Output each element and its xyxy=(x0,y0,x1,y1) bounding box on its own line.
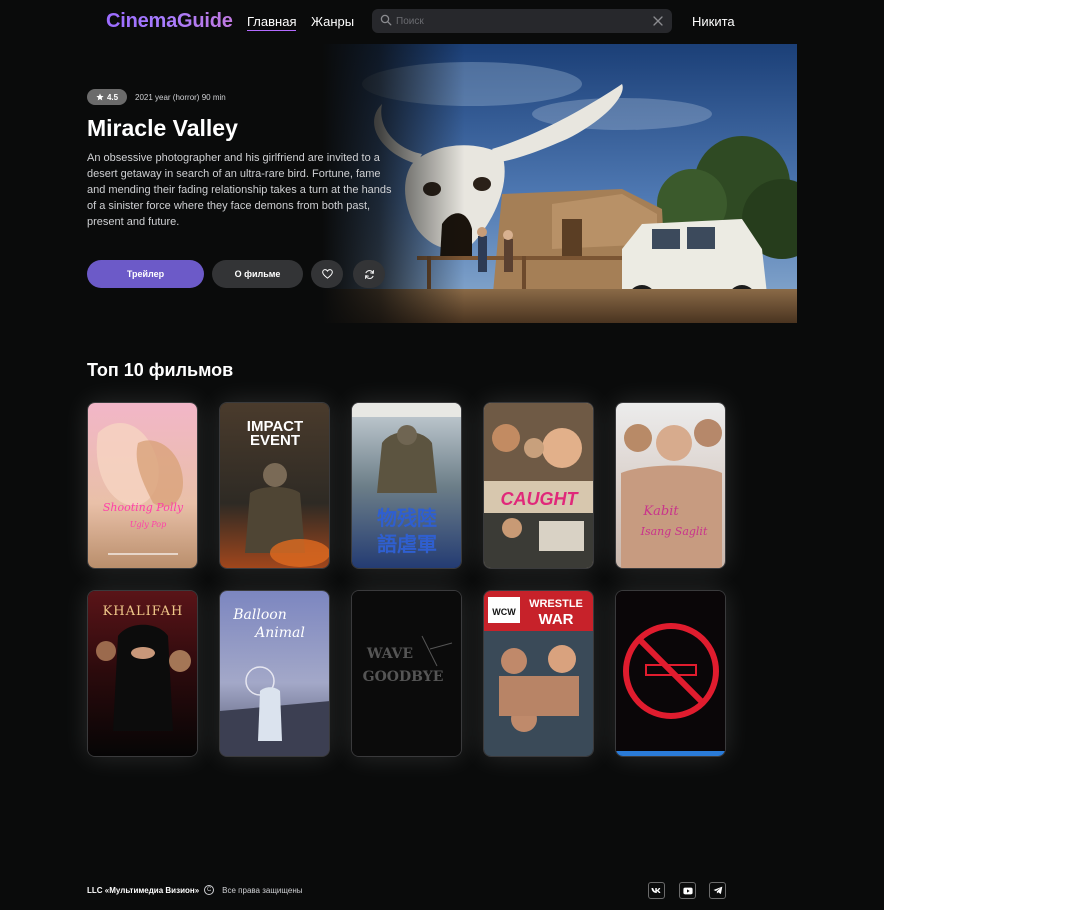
star-icon xyxy=(96,93,104,101)
nav-link-genres[interactable]: Жанры xyxy=(311,14,354,29)
youtube-icon[interactable] xyxy=(679,882,696,899)
movie-poster-3[interactable]: 物残陸 語虐軍 xyxy=(351,402,462,569)
movie-meta: 2021 year (horror) 90 min xyxy=(135,93,226,102)
poster-3-title: 物残陸 xyxy=(377,506,437,530)
movie-poster-7[interactable]: Balloon Animal xyxy=(219,590,330,757)
movie-poster-8[interactable]: WAVE GOODBYE xyxy=(351,590,462,757)
movie-poster-9[interactable]: WCW WRESTLE WAR xyxy=(483,590,594,757)
poster-4-title: CAUGHT xyxy=(501,489,580,509)
logo[interactable]: CinemaGuide xyxy=(106,10,233,33)
movie-poster-5[interactable]: Kabit Isang Saglit xyxy=(615,402,726,569)
heart-icon xyxy=(321,269,333,279)
search-icon xyxy=(380,14,392,26)
favorite-button[interactable] xyxy=(311,260,343,288)
about-movie-button[interactable]: О фильме xyxy=(212,260,303,288)
hero-image xyxy=(322,44,797,323)
search-input[interactable] xyxy=(396,9,646,33)
telegram-icon[interactable] xyxy=(709,882,726,899)
trailer-button[interactable]: Трейлер xyxy=(87,260,204,288)
movie-poster-1[interactable]: Shooting Polly Ugly Pop xyxy=(87,402,198,569)
poster-9-logo: WCW xyxy=(492,607,516,617)
poster-2-subtitle: EVENT xyxy=(250,432,300,449)
clear-search-icon[interactable] xyxy=(652,15,664,27)
vk-icon[interactable] xyxy=(648,882,665,899)
refresh-icon xyxy=(364,269,374,279)
search-bar xyxy=(372,9,672,33)
copyright-icon: C xyxy=(204,885,215,895)
poster-8-subtitle: GOODBYE xyxy=(363,669,444,685)
movie-poster-6[interactable]: KHALIFAH xyxy=(87,590,198,757)
movie-title: Miracle Valley xyxy=(87,115,238,141)
app-window: CinemaGuide Главная Жанры Никита xyxy=(0,0,884,910)
nav-link-home[interactable]: Главная xyxy=(247,14,297,31)
rating-value: 4.5 xyxy=(106,92,119,102)
poster-7-subtitle: Animal xyxy=(253,625,305,641)
footer-rights: Все права защищены xyxy=(222,885,303,895)
footer-copyright: LLC «Мультимедиа Визион» C Все права защ… xyxy=(87,885,303,895)
poster-5-title: Kabit xyxy=(642,504,679,519)
poster-3-subtitle: 語虐軍 xyxy=(377,532,437,556)
footer-company: LLC «Мультимедиа Визион» xyxy=(87,885,200,895)
movie-description: An obsessive photographer and his girlfr… xyxy=(87,152,392,228)
movie-poster-10[interactable] xyxy=(615,590,726,757)
rating-badge: 4.5 xyxy=(87,89,127,105)
movie-poster-2[interactable]: IMPACT EVENT xyxy=(219,402,330,569)
header: CinemaGuide Главная Жанры Никита xyxy=(0,0,884,44)
poster-6-title: KHALIFAH xyxy=(103,604,184,619)
poster-1-title: Shooting Polly xyxy=(103,501,184,514)
user-profile-link[interactable]: Никита xyxy=(692,14,735,29)
poster-9-title: WRESTLE xyxy=(529,598,583,610)
poster-1-subtitle: Ugly Pop xyxy=(130,520,166,529)
refresh-button[interactable] xyxy=(353,260,385,288)
poster-8-title: WAVE xyxy=(366,646,413,662)
top10-title: Топ 10 фильмов xyxy=(87,360,234,380)
movie-poster-4[interactable]: CAUGHT xyxy=(483,402,594,569)
poster-7-title: Balloon xyxy=(232,607,286,623)
poster-5-subtitle: Isang Saglit xyxy=(640,525,708,538)
poster-9-subtitle: WAR xyxy=(539,611,574,628)
